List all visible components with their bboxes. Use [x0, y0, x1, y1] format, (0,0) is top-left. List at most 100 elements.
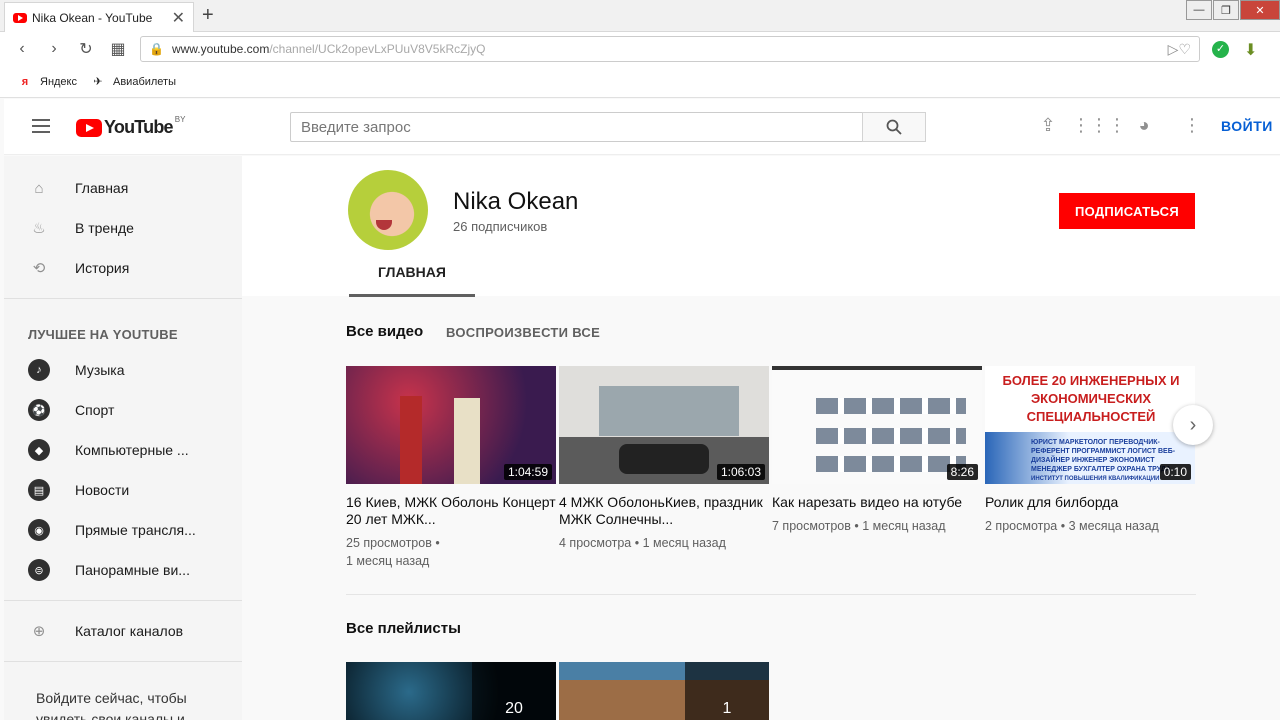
flame-icon: ♨	[32, 220, 46, 237]
video-thumbnail[interactable]: 1:04:59	[346, 366, 556, 484]
video-thumbnail[interactable]: БОЛЕЕ 20 ИНЖЕНЕРНЫХ И ЭКОНОМИЧЕСКИХ СПЕЦ…	[985, 366, 1195, 484]
video-thumbnail[interactable]: 8:26	[772, 366, 982, 484]
sidebar-divider	[4, 600, 242, 601]
subscribe-button[interactable]: ПОДПИСАТЬСЯ	[1059, 193, 1195, 229]
video-duration: 1:06:03	[716, 464, 765, 480]
channel-avatar[interactable]	[348, 170, 428, 250]
tab-home[interactable]: ГЛАВНАЯ	[349, 264, 475, 280]
sidebar-item-sport[interactable]: ⚽ Спорт	[4, 390, 242, 430]
extension-check-icon[interactable]: ✓	[1212, 41, 1229, 58]
video-views: 4 просмотра	[559, 536, 632, 550]
grid-icon[interactable]: ▦	[102, 39, 134, 59]
playlist-count: 20	[472, 662, 556, 720]
video-title[interactable]: Как нарезать видео на ютубе	[772, 494, 982, 511]
sidebar-item-history[interactable]: ⟲ История	[4, 248, 242, 288]
sidebar-item-catalog[interactable]: ⊕ Каталог каналов	[4, 611, 242, 651]
minimize-icon[interactable]: —	[1186, 0, 1212, 20]
sidebar-item-music[interactable]: ♪ Музыка	[4, 350, 242, 390]
address-bar[interactable]: 🔒 www.youtube.com /channel/UCk2opevLxPUu…	[140, 36, 1200, 62]
settings-more-icon[interactable]: ⋮	[1168, 115, 1216, 136]
video-card[interactable]: 1:04:59 16 Киев, МЖК Оболонь Концерт 20 …	[346, 366, 556, 570]
lock-icon: 🔒	[149, 42, 164, 56]
restore-icon[interactable]: ❐	[1213, 0, 1239, 20]
gaming-icon: ◆	[28, 439, 50, 461]
bookmark-avia[interactable]: ✈ Авиабилеты	[91, 75, 176, 89]
sidebar-item-news[interactable]: ▤ Новости	[4, 470, 242, 510]
bookmark-yandex[interactable]: я Яндекс	[18, 74, 77, 89]
video-meta: 25 просмотров • 1 месяц назад	[346, 536, 440, 568]
video-meta: 4 просмотра • 1 месяц назад	[559, 536, 726, 550]
video-age: 1 месяц назад	[862, 519, 946, 533]
extension-download-icon[interactable]: ⬇	[1244, 40, 1257, 60]
playlist-card[interactable]: 20	[346, 662, 556, 720]
channel-header: Nika Okean 26 подписчиков ПОДПИСАТЬСЯ ГЛ…	[242, 156, 1280, 297]
browser-tab[interactable]: Nika Okean - YouTube ✕	[4, 2, 194, 32]
url-host: www.youtube.com	[171, 42, 270, 56]
new-tab-button[interactable]: +	[202, 4, 214, 27]
video-card[interactable]: БОЛЕЕ 20 ИНЖЕНЕРНЫХ И ЭКОНОМИЧЕСКИХ СПЕЦ…	[985, 366, 1195, 535]
video-views: 2 просмотра	[985, 519, 1058, 533]
video-meta: 7 просмотров • 1 месяц назад	[772, 519, 946, 533]
video-meta: 2 просмотра • 3 месяца назад	[985, 519, 1159, 533]
playlist-card[interactable]: 1	[559, 662, 769, 720]
sidebar-section-heading: ЛУЧШЕЕ НА YOUTUBE	[28, 327, 178, 342]
browser-tabbar: Nika Okean - YouTube ✕ + ≡ — ❐ ✕	[0, 0, 1280, 32]
plane-icon: ✈	[93, 75, 103, 88]
video-title[interactable]: 16 Киев, МЖК Оболонь Концерт 20 лет МЖК.…	[346, 494, 556, 528]
sidebar-item-label: Каталог каналов	[75, 623, 184, 639]
playlists-section-title[interactable]: Все плейлисты	[346, 620, 461, 637]
video-views: 7 просмотров	[772, 519, 851, 533]
sidebar-item-gaming[interactable]: ◆ Компьютерные ...	[4, 430, 242, 470]
sidebar-item-home[interactable]: ⌂ Главная	[4, 168, 242, 208]
video-card[interactable]: 8:26 Как нарезать видео на ютубе 7 просм…	[772, 366, 982, 535]
playlist-count: 1	[685, 662, 769, 720]
video-thumbnail[interactable]: 1:06:03	[559, 366, 769, 484]
carousel-next-button[interactable]: ›	[1173, 405, 1213, 445]
search-button[interactable]	[862, 112, 926, 142]
youtube-favicon-icon	[13, 12, 27, 23]
upload-icon[interactable]: ⇪	[1024, 115, 1072, 136]
forward-icon[interactable]: ›	[38, 40, 70, 58]
header-icons: ⇪ ⋮⋮⋮ ◕ ⋮	[1024, 115, 1216, 136]
videos-section-title[interactable]: Все видео	[346, 323, 423, 340]
video-age: 1 месяц назад	[346, 554, 430, 568]
tab-close-icon[interactable]: ✕	[172, 8, 185, 28]
yandex-icon: я	[18, 74, 32, 89]
sidebar-item-label: Главная	[75, 180, 129, 196]
sidebar-item-live[interactable]: ◉ Прямые трансля...	[4, 510, 242, 550]
thumbnail-headline: БОЛЕЕ 20 ИНЖЕНЕРНЫХ И ЭКОНОМИЧЕСКИХ СПЕЦ…	[1002, 373, 1180, 424]
section-divider	[346, 594, 1196, 595]
signin-button[interactable]: ВОЙТИ	[1221, 118, 1273, 134]
video-title[interactable]: 4 МЖК ОболоньКиев, праздник МЖК Солнечны…	[559, 494, 769, 528]
signin-note: Войдите сейчас, чтобы увидеть свои канал…	[36, 690, 187, 720]
window-controls: — ❐ ✕	[1185, 0, 1280, 20]
hamburger-menu-icon[interactable]	[32, 119, 50, 133]
apps-icon[interactable]: ⋮⋮⋮	[1072, 115, 1126, 136]
subscriber-count: 26 подписчиков	[453, 219, 548, 234]
video-title[interactable]: Ролик для билборда	[985, 494, 1195, 511]
sidebar-item-label: Прямые трансля...	[75, 522, 196, 538]
youtube-play-icon	[76, 118, 102, 137]
video-card[interactable]: 1:06:03 4 МЖК ОболоньКиев, праздник МЖК …	[559, 366, 769, 552]
sidebar-item-360[interactable]: ⊜ Панорамные ви...	[4, 550, 242, 590]
bookmark-heart-icon[interactable]: ▷♡	[1168, 41, 1191, 58]
sidebar-item-label: В тренде	[75, 220, 134, 236]
sidebar-divider	[4, 298, 242, 299]
chevron-right-icon: ›	[1189, 413, 1197, 436]
sidebar-item-trending[interactable]: ♨ В тренде	[4, 208, 242, 248]
search-input[interactable]	[290, 112, 864, 142]
bookmark-label: Яндекс	[40, 75, 77, 88]
sidebar-item-label: Панорамные ви...	[75, 562, 190, 578]
catalog-icon: ⊕	[32, 623, 46, 640]
messages-icon[interactable]: ◕	[1120, 115, 1168, 136]
video-duration: 0:10	[1159, 464, 1191, 480]
video-duration: 8:26	[946, 464, 978, 480]
reload-icon[interactable]: ↻	[70, 39, 102, 59]
youtube-header: YouTube BY ⇪ ⋮⋮⋮ ◕ ⋮ ВОЙТИ	[4, 99, 1280, 155]
window-close-icon[interactable]: ✕	[1240, 0, 1280, 20]
music-icon: ♪	[28, 359, 50, 381]
back-icon[interactable]: ‹	[6, 40, 38, 58]
play-all-button[interactable]: ВОСПРОИЗВЕСТИ ВСЕ	[446, 325, 600, 340]
sidebar: ⌂ Главная ♨ В тренде ⟲ История ЛУЧШЕЕ НА…	[4, 156, 242, 720]
youtube-logo[interactable]: YouTube BY	[76, 115, 185, 138]
